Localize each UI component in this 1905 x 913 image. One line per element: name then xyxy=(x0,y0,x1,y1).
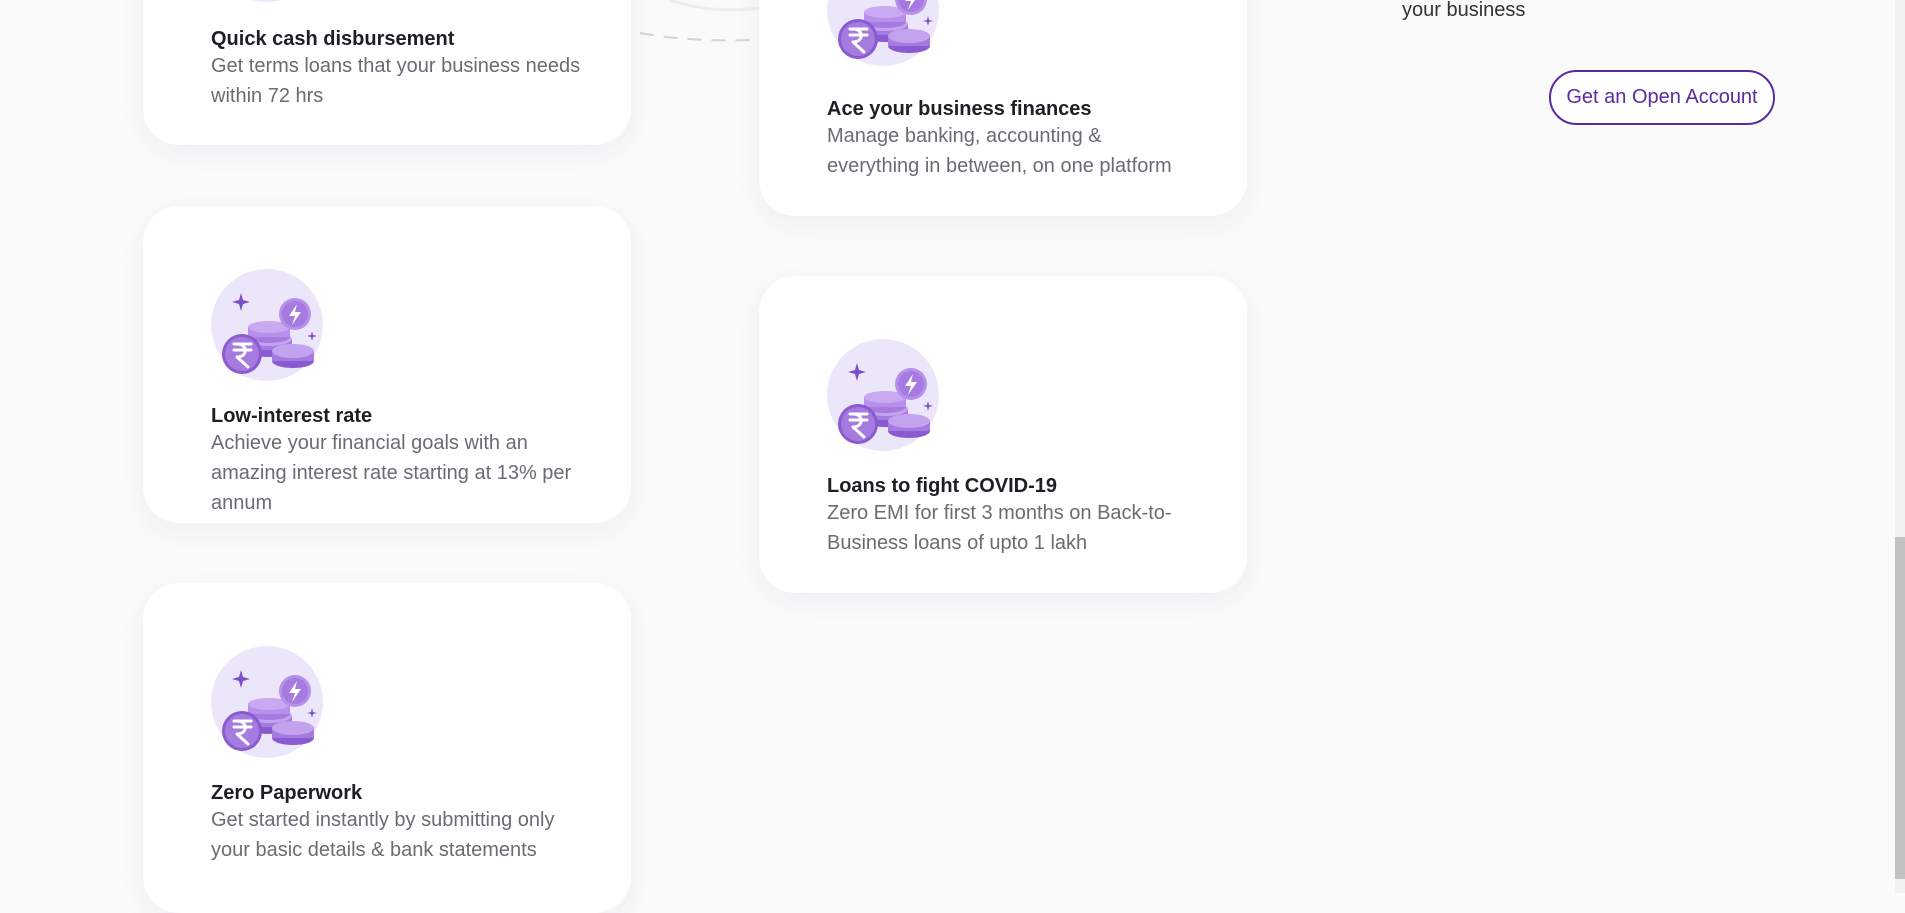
feature-card-low-interest: Low-interest rate Achieve your financial… xyxy=(143,206,631,523)
hero-tail-text: your business xyxy=(1402,0,1526,21)
rupee-coins-lightning-icon xyxy=(211,0,323,2)
scrollbar-thumb[interactable] xyxy=(1895,537,1905,879)
feature-card-quick-cash: Quick cash disbursement Get terms loans … xyxy=(143,0,631,145)
rupee-coins-lightning-icon xyxy=(211,269,323,381)
rupee-coins-lightning-icon xyxy=(827,0,939,66)
rupee-coins-lightning-icon xyxy=(211,646,323,758)
feature-card-covid-loans: Loans to fight COVID-19 Zero EMI for fir… xyxy=(759,276,1247,593)
feature-title: Quick cash disbursement xyxy=(211,28,455,50)
feature-card-ace-finances: Ace your business finances Manage bankin… xyxy=(759,0,1247,216)
feature-title: Ace your business finances xyxy=(827,98,1092,120)
feature-description: Get started instantly by submitting only… xyxy=(211,809,555,861)
get-open-account-button[interactable]: Get an Open Account xyxy=(1549,70,1775,125)
feature-title: Zero Paperwork xyxy=(211,782,363,804)
feature-title: Low-interest rate xyxy=(211,405,373,427)
feature-description: Achieve your financial goals with an ama… xyxy=(211,432,572,514)
feature-card-zero-paperwork: Zero Paperwork Get started instantly by … xyxy=(143,583,631,913)
feature-title: Loans to fight COVID-19 xyxy=(827,475,1057,497)
feature-description: Zero EMI for first 3 months on Back-to-B… xyxy=(827,502,1172,554)
dashed-connector xyxy=(639,0,761,42)
rupee-coins-lightning-icon xyxy=(827,339,939,451)
feature-description: Manage banking, accounting & everything … xyxy=(827,125,1172,177)
feature-description: Get terms loans that your business needs… xyxy=(211,55,581,107)
